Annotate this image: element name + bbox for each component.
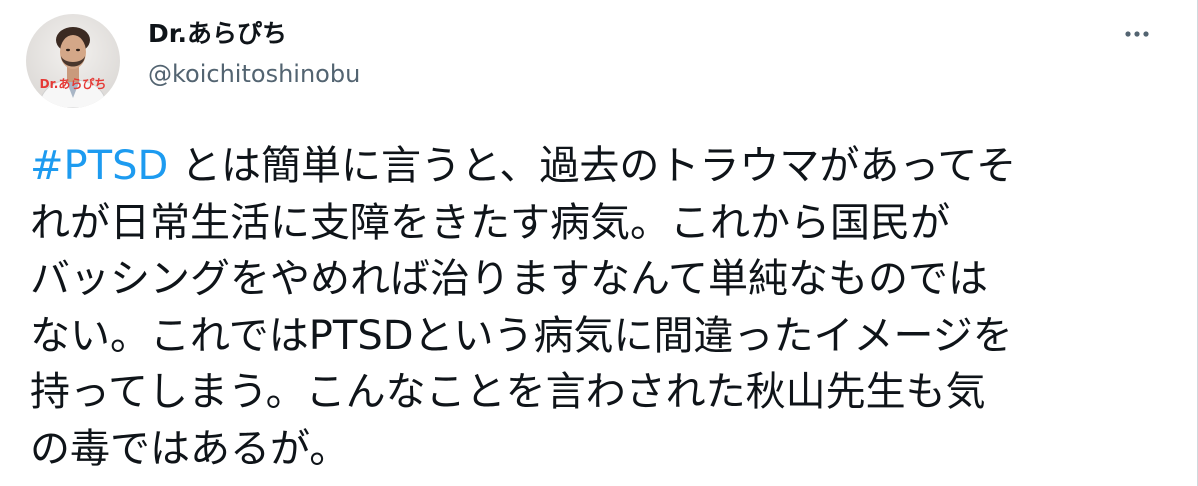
- avatar[interactable]: Dr.あらぴち: [26, 14, 120, 108]
- tweet-card: Dr.あらぴち Dr.あらぴち @koichitoshinobu #PTSD と…: [0, 0, 1198, 486]
- more-horizontal-icon: [1125, 31, 1149, 37]
- tweet-text-line: れが日常生活に支障をきたす病気。これから国民が: [30, 199, 950, 246]
- avatar-image: Dr.あらぴち: [26, 14, 120, 108]
- tweet-text: #PTSD とは簡単に言うと、過去のトラウマがあってそ れが日常生活に支障をきた…: [30, 138, 1180, 477]
- tweet-text-line: の毒ではあるが。: [30, 425, 350, 472]
- more-options-button[interactable]: [1118, 18, 1156, 50]
- tweet-text-line: #PTSD とは簡単に言うと、過去のトラウマがあってそ: [30, 138, 1180, 195]
- svg-text:Dr.あらぴち: Dr.あらぴち: [40, 77, 107, 91]
- tweet-text-line: ない。これではPTSDという病気に間違ったイメージを: [30, 312, 1013, 359]
- tweet-text-segment: とは簡単に言うと、過去のトラウマがあってそ: [168, 143, 1017, 189]
- hashtag-link[interactable]: #PTSD: [30, 143, 168, 189]
- tweet-text-line: 持ってしまう。こんなことを言わされた秋山先生も気: [30, 369, 986, 415]
- author-display-name[interactable]: Dr.あらぴち: [148, 18, 287, 50]
- author-handle[interactable]: @koichitoshinobu: [148, 58, 360, 90]
- tweet-text-line: バッシングをやめれば治りますなんて単純なものでは: [30, 256, 988, 302]
